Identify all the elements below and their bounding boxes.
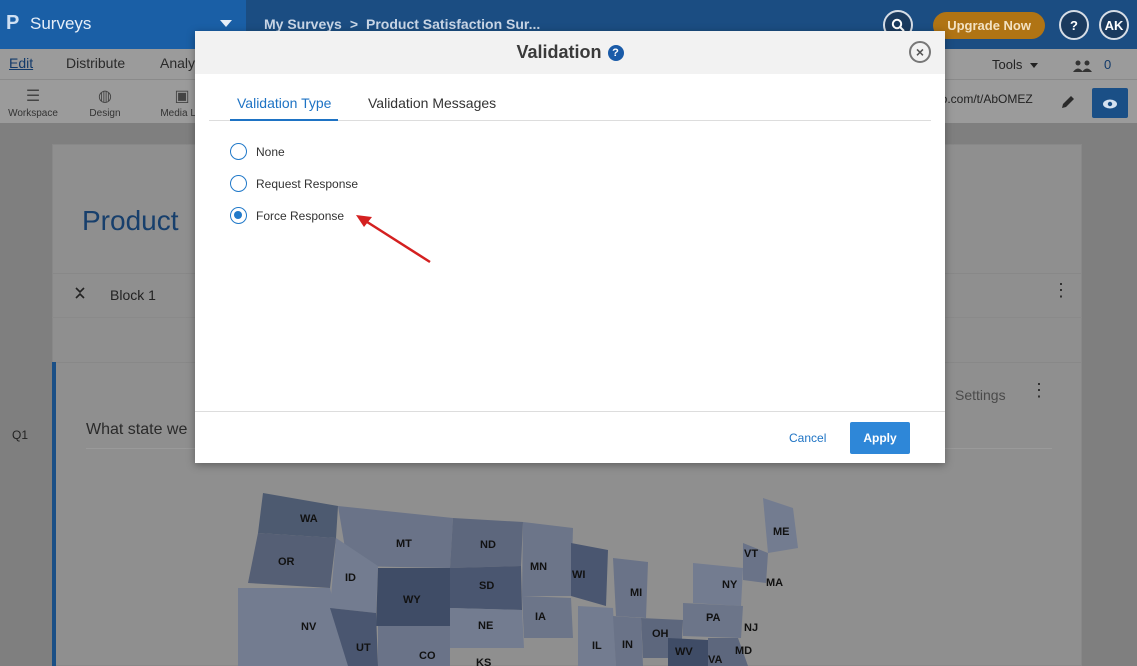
map-state-label: NY: [722, 579, 738, 591]
dialog-footer-divider: [195, 411, 945, 412]
map-state-label: NJ: [744, 622, 758, 634]
map-state-label: PA: [706, 612, 721, 624]
option-none-label[interactable]: None: [256, 145, 285, 159]
close-icon[interactable]: ×: [909, 41, 931, 63]
validation-dialog: Validation? × Validation Type Validation…: [195, 31, 945, 463]
palette-icon: ◍: [98, 88, 112, 105]
map-state-label: OR: [278, 556, 295, 568]
dialog-tabs: Validation Type Validation Messages: [209, 83, 931, 121]
breadcrumb-separator: >: [349, 16, 359, 32]
map-state-label: MA: [766, 577, 783, 589]
survey-title[interactable]: Product: [82, 205, 179, 237]
toolbar-design[interactable]: ◍ Design: [73, 84, 137, 119]
option-force-response-label[interactable]: Force Response: [256, 209, 344, 223]
map-state-label: MI: [630, 587, 642, 599]
block-label: Block 1: [110, 287, 156, 303]
map-state-label: MT: [396, 538, 412, 550]
help-icon[interactable]: ?: [607, 45, 624, 61]
block-more-icon[interactable]: ⋮: [1052, 281, 1070, 299]
tools-label: Tools: [992, 57, 1023, 72]
map-state-shape[interactable]: [578, 606, 616, 666]
question-settings-link[interactable]: Settings: [955, 387, 1006, 403]
us-map[interactable]: WA OR MT ID ND SD WY MN WI MI ME VT NY M…: [238, 488, 808, 666]
chevron-down-icon: [220, 20, 232, 27]
dialog-header: Validation? ×: [195, 31, 945, 74]
people-count: 0: [1104, 57, 1112, 72]
avatar[interactable]: AK: [1099, 10, 1129, 40]
radio-force-response[interactable]: [230, 207, 247, 224]
tab-validation-messages[interactable]: Validation Messages: [368, 95, 496, 119]
upgrade-button[interactable]: Upgrade Now: [933, 11, 1045, 39]
map-state-shape[interactable]: [238, 588, 348, 666]
eye-icon: [1102, 95, 1118, 111]
tab-validation-type[interactable]: Validation Type: [230, 95, 339, 121]
map-state-label: IL: [592, 640, 602, 652]
map-state-label: MN: [530, 561, 547, 573]
map-state-label: WA: [300, 513, 318, 525]
cancel-button[interactable]: Cancel: [789, 431, 826, 445]
question-more-icon[interactable]: ⋮: [1030, 381, 1048, 399]
map-state-label: VA: [708, 654, 723, 666]
map-state-label: SD: [479, 580, 494, 592]
map-state-label: ME: [773, 526, 790, 538]
breadcrumb-current-survey: Product Satisfaction Sur...: [366, 16, 541, 32]
map-state-label: UT: [356, 642, 371, 654]
menu-edit[interactable]: Edit: [9, 55, 33, 71]
option-none[interactable]: None: [230, 143, 285, 160]
map-state-label: IN: [622, 639, 633, 651]
map-state-label: NE: [478, 620, 493, 632]
map-state-shape[interactable]: [522, 596, 573, 638]
workspace-icon: ☰: [25, 88, 41, 105]
dialog-title: Validation?: [195, 42, 945, 63]
map-state-shape[interactable]: [378, 626, 450, 666]
preview-button[interactable]: [1092, 88, 1128, 118]
tools-menu[interactable]: Tools: [992, 57, 1039, 72]
toolbar-workspace[interactable]: ☰ Workspace: [1, 84, 65, 119]
toolbar-workspace-label: Workspace: [8, 108, 58, 119]
toolbar-design-label: Design: [89, 108, 121, 119]
dialog-title-text: Validation: [516, 42, 602, 62]
breadcrumb-my-surveys[interactable]: My Surveys: [264, 16, 342, 32]
apply-button[interactable]: Apply: [850, 422, 910, 454]
map-state-shape[interactable]: [258, 493, 338, 538]
map-state-label: WV: [675, 646, 693, 658]
radio-request-response[interactable]: [230, 175, 247, 192]
pencil-icon[interactable]: [1060, 94, 1076, 115]
map-state-label: MD: [735, 645, 752, 657]
map-state-label: CO: [419, 650, 436, 662]
map-state-label: KS: [476, 657, 491, 666]
breadcrumb: My Surveys > Product Satisfaction Sur...: [264, 16, 540, 32]
map-state-label: NV: [301, 621, 317, 633]
annotation-arrow: [356, 215, 431, 264]
radio-none[interactable]: [230, 143, 247, 160]
option-request-response-label[interactable]: Request Response: [256, 177, 358, 191]
map-state-label: ID: [345, 572, 356, 584]
help-icon[interactable]: ?: [1059, 10, 1089, 40]
option-request-response[interactable]: Request Response: [230, 175, 358, 192]
survey-url[interactable]: pro.com/t/AbOMEZ: [930, 92, 1080, 106]
map-state-label: VT: [744, 548, 758, 560]
map-state-label: IA: [535, 611, 546, 623]
question-number: Q1: [12, 428, 29, 442]
map-state-label: ND: [480, 539, 496, 551]
option-force-response[interactable]: Force Response: [230, 207, 344, 224]
map-state-shape[interactable]: [522, 522, 573, 596]
people-icon[interactable]: [1072, 59, 1094, 77]
app-logo: P: [6, 12, 20, 34]
question-active-indicator: [52, 362, 56, 666]
map-state-label: WI: [572, 569, 585, 581]
app-name: Surveys: [30, 14, 92, 33]
map-state-label: WY: [403, 594, 421, 606]
menu-distribute[interactable]: Distribute: [66, 55, 125, 71]
menu-analyze[interactable]: Analy: [160, 55, 195, 71]
caret-down-icon: [1030, 63, 1039, 69]
question-text[interactable]: What state we: [86, 421, 187, 439]
collapse-icon[interactable]: [74, 286, 86, 303]
map-state-label: OH: [652, 628, 669, 640]
